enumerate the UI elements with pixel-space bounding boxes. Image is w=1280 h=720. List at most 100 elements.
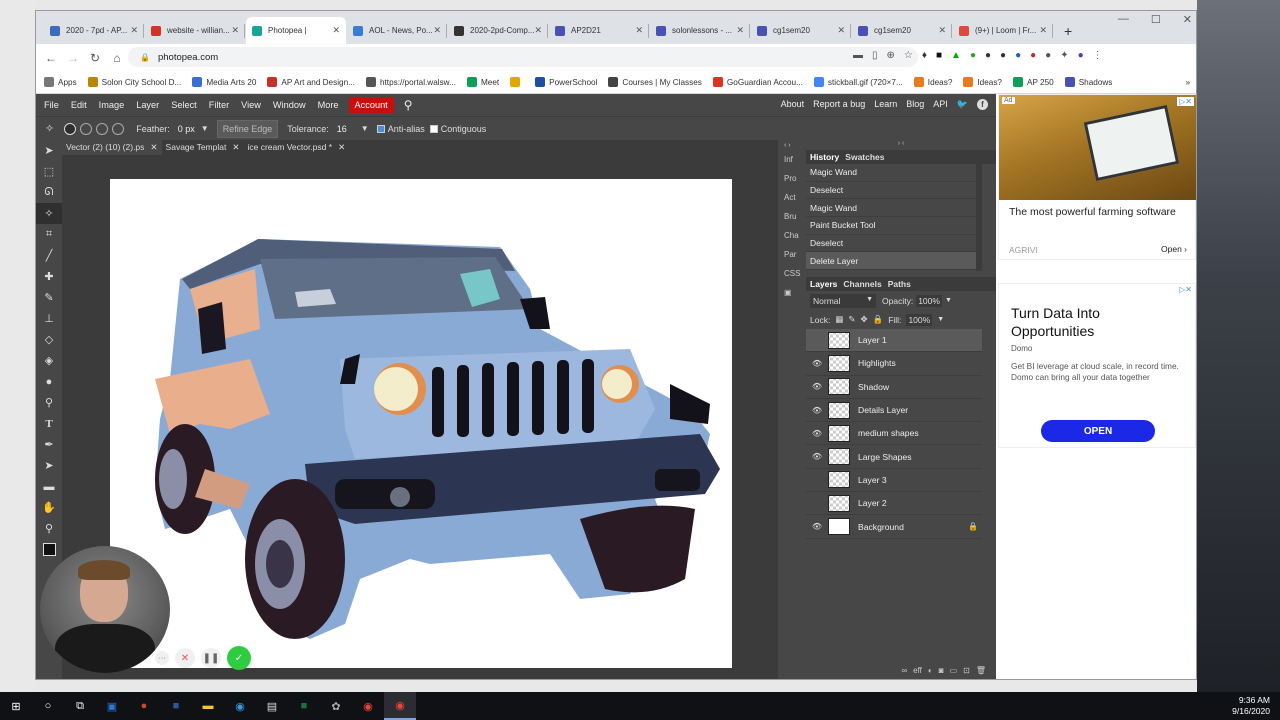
intersect-selection-icon[interactable]: [112, 122, 125, 135]
menu-item-window[interactable]: Window: [273, 100, 306, 110]
document-canvas[interactable]: [110, 179, 732, 668]
close-tab-icon[interactable]: ✕: [130, 25, 138, 36]
excel-icon[interactable]: ■: [288, 692, 320, 720]
close-tab-icon[interactable]: ✕: [736, 25, 744, 36]
ad-headline[interactable]: Turn Data Into Opportunities: [1011, 304, 1161, 340]
eraser-tool-icon[interactable]: ◇: [36, 329, 62, 350]
cancel-icon[interactable]: ✕: [175, 648, 195, 668]
menu-link[interactable]: Blog: [906, 99, 924, 110]
browser-tab[interactable]: 2020 - 7pd - AP... ✕: [44, 17, 144, 44]
pen-tool-icon[interactable]: ✒: [36, 434, 62, 455]
ad-close-icon[interactable]: ▷✕: [1179, 285, 1192, 294]
close-window-icon[interactable]: ✕: [1183, 13, 1192, 26]
menu-item-layer[interactable]: Layer: [136, 100, 159, 110]
refine-edge-button[interactable]: Refine Edge: [216, 119, 279, 138]
powerpoint-icon[interactable]: ●: [128, 692, 160, 720]
star-icon[interactable]: ☆: [904, 50, 913, 61]
close-tab-icon[interactable]: ✕: [231, 25, 239, 36]
menu-item-file[interactable]: File: [44, 100, 59, 110]
bookmark-item[interactable]: Solon City School D...: [87, 77, 181, 87]
layer-row[interactable]: 👁 Shadow: [806, 376, 982, 399]
bookmark-item[interactable]: AP 250: [1012, 77, 1054, 87]
close-icon[interactable]: ✕: [232, 142, 239, 155]
visibility-eye-icon[interactable]: 👁: [806, 382, 828, 391]
bookmark-item[interactable]: GoGuardian Accou...: [712, 77, 803, 87]
profile-icon[interactable]: ●: [1078, 50, 1084, 61]
tab-channels[interactable]: Channels: [843, 279, 881, 289]
back-icon[interactable]: ←: [40, 51, 62, 65]
menu-icon[interactable]: ⋮: [1093, 50, 1103, 61]
bookmark-item[interactable]: [510, 77, 524, 87]
store-icon[interactable]: ▤: [256, 692, 288, 720]
close-tab-icon[interactable]: ✕: [1039, 25, 1047, 36]
history-item[interactable]: Magic Wand: [806, 199, 976, 218]
bookmark-item[interactable]: https://portal.walsw...: [365, 77, 456, 87]
chevron-down-icon[interactable]: ▼: [361, 124, 369, 133]
close-icon[interactable]: ✕: [150, 142, 157, 155]
visibility-eye-icon[interactable]: 👁: [806, 522, 828, 531]
menu-item-image[interactable]: Image: [99, 100, 125, 110]
close-tab-icon[interactable]: ✕: [433, 25, 441, 36]
chevron-down-icon[interactable]: ▼: [945, 297, 952, 304]
panel-button[interactable]: Pro: [778, 169, 804, 188]
bookmark-item[interactable]: stickball.gif (720×7...: [813, 77, 903, 87]
tab-swatches[interactable]: Swatches: [845, 152, 884, 162]
close-tab-icon[interactable]: ✕: [332, 25, 340, 36]
task-view-icon[interactable]: ⧉: [64, 692, 96, 720]
close-tab-icon[interactable]: ✕: [635, 25, 643, 36]
panel-collapse-icon[interactable]: ‹ ›: [778, 140, 804, 150]
extension-icon[interactable]: ●: [1030, 50, 1036, 61]
tab-paths[interactable]: Paths: [888, 279, 911, 289]
layer-row[interactable]: 👁 Highlights: [806, 352, 982, 376]
extension-icon[interactable]: ▲: [951, 50, 961, 61]
layer-lock-icon[interactable]: 🔒: [968, 522, 978, 531]
extension-icon[interactable]: ■: [936, 50, 942, 61]
extension-icon[interactable]: ●: [970, 50, 976, 61]
layer-row[interactable]: Layer 1: [806, 329, 982, 353]
menu-link[interactable]: API: [933, 99, 948, 110]
menu-link[interactable]: Report a bug: [813, 99, 865, 110]
history-item[interactable]: Delete Layer: [806, 252, 976, 271]
browser-tab[interactable]: solonlessons - ... ✕: [650, 17, 750, 44]
browser-tab[interactable]: AOL - News, Po... ✕: [347, 17, 447, 44]
menu-link[interactable]: About: [781, 99, 805, 110]
bookmark-item[interactable]: Ideas?: [913, 77, 952, 87]
more-bookmarks-icon[interactable]: »: [1185, 78, 1190, 87]
adjustment-icon[interactable]: ◐: [928, 666, 933, 675]
home-icon[interactable]: ⌂: [106, 51, 128, 65]
puzzle-icon[interactable]: ✦: [1060, 50, 1068, 61]
layer-row[interactable]: 👁 Large Shapes: [806, 445, 982, 469]
webcam-bubble[interactable]: [40, 546, 170, 673]
foreground-color[interactable]: [36, 539, 62, 560]
browser-tab[interactable]: 2020-2pd-Comp... ✕: [448, 17, 548, 44]
close-tab-icon[interactable]: ✕: [534, 25, 542, 36]
bookmark-item[interactable]: Media Arts 20: [192, 77, 256, 87]
visibility-eye-icon[interactable]: 👁: [806, 406, 828, 415]
edge-icon[interactable]: ◉: [224, 692, 256, 720]
type-tool-icon[interactable]: T: [36, 413, 62, 434]
cast-icon[interactable]: ▬: [853, 50, 863, 61]
doc-tab[interactable]: ice cream Vector.psd * ✕: [243, 140, 349, 155]
panel-button[interactable]: Cha: [778, 226, 804, 245]
extension-icon[interactable]: ●: [985, 50, 991, 61]
bucket-tool-icon[interactable]: ◈: [36, 350, 62, 371]
layer-row[interactable]: Layer 2: [806, 492, 982, 516]
mask-icon[interactable]: ◙: [939, 666, 944, 675]
page-icon[interactable]: ▯: [872, 50, 878, 61]
reload-icon[interactable]: ↻: [84, 51, 106, 65]
ad-headline[interactable]: The most powerful farming software: [999, 200, 1195, 225]
history-item[interactable]: Paint Bucket Tool: [806, 217, 976, 235]
marquee-tool-icon[interactable]: ⬚: [36, 161, 62, 182]
windows-start-icon[interactable]: ⊞: [0, 692, 32, 720]
blur-tool-icon[interactable]: ●: [36, 371, 62, 392]
facebook-icon[interactable]: f: [977, 99, 988, 110]
url-input[interactable]: 🔒 photopea.com: [128, 47, 918, 67]
magic-wand-icon[interactable]: ✧: [45, 122, 54, 135]
link-icon[interactable]: ∞: [901, 666, 907, 675]
visibility-eye-icon[interactable]: 👁: [806, 452, 828, 461]
panel-button[interactable]: Inf: [778, 150, 804, 169]
menu-item-filter[interactable]: Filter: [209, 100, 229, 110]
panel-collapse-icon[interactable]: › ‹: [806, 140, 996, 150]
chrome-icon[interactable]: ◉: [352, 692, 384, 720]
extension-icon[interactable]: ●: [1000, 50, 1006, 61]
